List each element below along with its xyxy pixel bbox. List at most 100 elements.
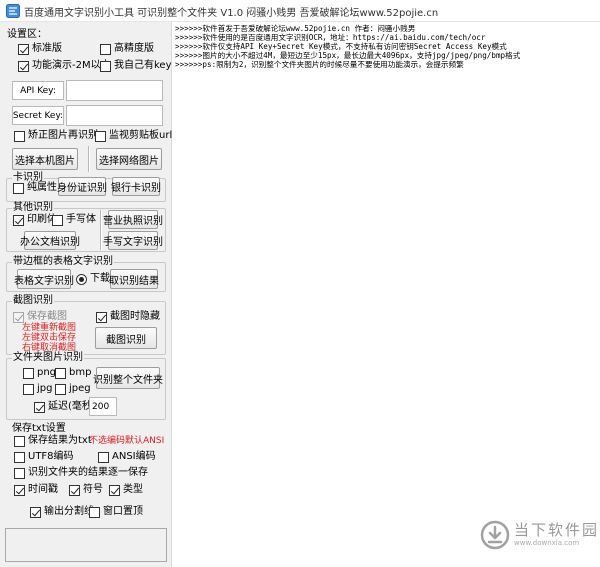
handwriting-checkbox[interactable]: 手写体 [52, 214, 96, 226]
output-separator-checkbox-box[interactable] [30, 506, 41, 518]
ansi-checkbox[interactable]: ANSI编码 [98, 451, 156, 463]
output-separator-checkbox[interactable]: 输出分割线 [30, 506, 94, 518]
download-radio-circle[interactable] [76, 273, 87, 285]
window-on-top-checkbox-label: 窗口置顶 [103, 506, 143, 517]
jpg-checkbox-box[interactable] [23, 383, 34, 395]
business-license-button[interactable]: 营业执照识别 [103, 210, 163, 229]
symbol-checkbox-box[interactable] [69, 484, 80, 496]
select-local-image-button[interactable]: 选择本机图片 [12, 148, 78, 170]
jpg-checkbox-label: jpg [37, 383, 53, 394]
ansi-checkbox-label: ANSI编码 [112, 451, 156, 462]
high-precision-checkbox[interactable]: 高精度版 [100, 43, 154, 55]
high-precision-checkbox-box[interactable] [100, 43, 111, 55]
app-icon [6, 4, 20, 18]
log-line: >>>>>>图片的大小不超过4M，最短边至少15px，最长边最大4096px，支… [175, 51, 521, 60]
png-checkbox[interactable]: png [23, 367, 56, 379]
bmp-checkbox-box[interactable] [55, 367, 66, 379]
utf8-checkbox-label: UTF8编码 [28, 451, 74, 462]
api-key-input[interactable] [66, 80, 163, 101]
timestamp-checkbox-label: 时间戳 [28, 484, 58, 495]
standard-checkbox-label: 标准版 [32, 43, 62, 54]
print-checkbox[interactable]: 印刷体 [13, 214, 57, 226]
folder-group-title: 文件夹图片识别 [12, 352, 84, 364]
jpeg-checkbox-box[interactable] [55, 383, 66, 395]
log-line: >>>>>>软件仅支持API Key+Secret Key模式，不支持私有访问密… [175, 42, 507, 51]
correct-image-checkbox-label: 矫正图片再识别 [28, 130, 98, 141]
print-checkbox-box[interactable] [13, 214, 24, 226]
utf8-checkbox[interactable]: UTF8编码 [14, 451, 74, 463]
monitor-clipboard-checkbox[interactable]: 监视剪贴板url [95, 130, 172, 142]
select-network-image-button[interactable]: 选择网络图片 [96, 148, 162, 170]
log-line: >>>>>>ps:限制为2，识别整个文件夹图片的时候尽量不要使用功能演示，会提示… [175, 60, 464, 69]
handwriting-checkbox-label: 手写体 [66, 214, 96, 225]
downxia-logo-icon [480, 520, 510, 550]
window-on-top-checkbox-box[interactable] [89, 506, 100, 518]
type-checkbox[interactable]: 类型 [109, 484, 143, 496]
download-radio[interactable]: 下载 [76, 273, 110, 285]
timestamp-checkbox[interactable]: 时间戳 [14, 484, 58, 496]
own-key-checkbox-label: 我自己有key [114, 60, 172, 71]
symbol-checkbox[interactable]: 符号 [69, 484, 103, 496]
pure-attr-checkbox-label: 纯属性 [27, 182, 57, 193]
own-key-checkbox-box[interactable] [100, 60, 111, 72]
secret-key-label: Secret Key: [12, 106, 64, 125]
jpeg-checkbox-label: jpeg [69, 383, 91, 394]
type-checkbox-box[interactable] [109, 484, 120, 496]
append-folder-result-checkbox[interactable]: 识别文件夹的结果逐一保存 [14, 467, 148, 479]
secret-key-input[interactable] [66, 105, 163, 126]
append-folder-result-checkbox-box[interactable] [14, 467, 25, 479]
handwriting-checkbox-box[interactable] [52, 214, 63, 226]
jpeg-checkbox[interactable]: jpeg [55, 383, 91, 395]
vertical-separator [100, 210, 102, 250]
id-card-button[interactable]: 身份证识别 [57, 177, 107, 196]
delay-ms-input[interactable] [89, 397, 117, 416]
screenshot-button[interactable]: 截图识别 [95, 327, 157, 349]
output-separator-checkbox-label: 输出分割线 [44, 506, 94, 517]
recognize-folder-button[interactable]: 识别整个文件夹 [93, 367, 163, 389]
demo-checkbox[interactable]: 功能演示-2M以内 [18, 60, 111, 72]
save-screenshot-checkbox-box[interactable] [13, 311, 24, 323]
api-key-label: API Key: [12, 81, 64, 100]
save-screenshot-checkbox[interactable]: 保存截图 [13, 311, 67, 323]
jpg-checkbox[interactable]: jpg [23, 383, 52, 395]
delay-checkbox-box[interactable] [34, 401, 45, 413]
pure-attr-checkbox-box[interactable] [13, 182, 24, 194]
png-checkbox-box[interactable] [23, 367, 34, 379]
office-doc-button[interactable]: 办公文档识别 [20, 231, 80, 250]
monitor-clipboard-checkbox-box[interactable] [95, 130, 106, 142]
title-bar: 百度通用文字识别小工具 可识别整个文件夹 V1.0 闷骚小贱男 吾爱破解论坛ww… [0, 0, 600, 22]
handwriting-text-button[interactable]: 手写文字识别 [103, 231, 163, 250]
log-line: >>>>>>软件首发于吾爱破解论坛www.52pojie.cn 作者：闷骚小贱男 [175, 24, 416, 33]
window-title: 百度通用文字识别小工具 可识别整个文件夹 V1.0 闷骚小贱男 吾爱破解论坛ww… [24, 8, 439, 19]
log-line: >>>>>>软件使用的是百度通用文字识别OCR，地址：https://ai.ba… [175, 33, 486, 42]
own-key-checkbox[interactable]: 我自己有key [100, 60, 172, 72]
fetch-result-button[interactable]: 取识别结果 [109, 269, 159, 289]
status-box [5, 528, 167, 562]
ansi-checkbox-box[interactable] [98, 451, 109, 463]
watermark-main-text: 当下软件园 [514, 521, 600, 539]
hide-on-capture-checkbox-box[interactable] [96, 311, 107, 323]
correct-image-checkbox-box[interactable] [14, 130, 25, 142]
output-log[interactable]: >>>>>>软件首发于吾爱破解论坛www.52pojie.cn 作者：闷骚小贱男… [174, 22, 600, 567]
standard-checkbox-box[interactable] [18, 43, 29, 55]
timestamp-checkbox-box[interactable] [14, 484, 25, 496]
save-txt-checkbox[interactable]: 保存结果为txt [14, 435, 92, 447]
table-text-button[interactable]: 表格文字识别 [14, 269, 74, 289]
watermark: 当下软件园 www.downxia.com [480, 520, 599, 550]
delay-checkbox[interactable]: 延迟(毫秒) [34, 401, 96, 413]
save-txt-checkbox-box[interactable] [14, 435, 25, 447]
settings-panel: 设置区： 标准版 高精度版 功能演示-2M以内 我自己有key API Key:… [0, 22, 172, 567]
hide-on-capture-checkbox[interactable]: 截图时隐藏 [96, 311, 160, 323]
standard-checkbox[interactable]: 标准版 [18, 43, 62, 55]
window-on-top-checkbox[interactable]: 窗口置顶 [89, 506, 143, 518]
demo-checkbox-box[interactable] [18, 60, 29, 72]
correct-image-checkbox[interactable]: 矫正图片再识别 [14, 130, 98, 142]
utf8-checkbox-box[interactable] [14, 451, 25, 463]
table-group-title: 带边框的表格文字识别 [12, 256, 114, 268]
pure-attr-checkbox[interactable]: 纯属性 [13, 182, 57, 194]
bmp-checkbox[interactable]: bmp [55, 367, 91, 379]
txt-section-title: 保存txt设置 [12, 423, 66, 434]
bank-card-button[interactable]: 银行卡识别 [111, 177, 161, 196]
symbol-checkbox-label: 符号 [83, 484, 103, 495]
hide-on-capture-checkbox-label: 截图时隐藏 [110, 311, 160, 322]
